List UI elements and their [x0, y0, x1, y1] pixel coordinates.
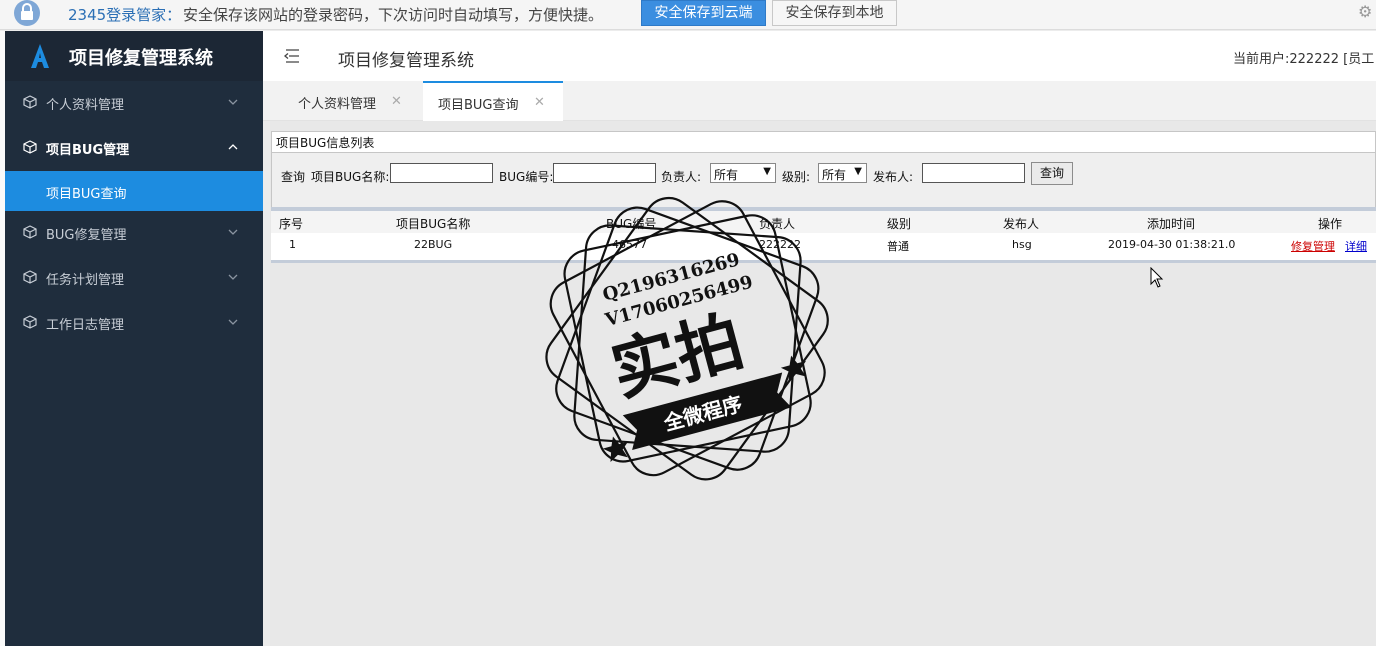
sidebar-subitem-bug-query[interactable]: 项目BUG查询 — [5, 171, 263, 211]
chevron-down-icon — [228, 319, 238, 325]
cube-icon — [23, 95, 37, 109]
logo-area: 项目修复管理系统 — [5, 31, 263, 81]
current-user-label: 当前用户:222222 [员工 — [1233, 52, 1375, 67]
gear-icon[interactable]: ⚙ — [1358, 2, 1376, 21]
top-bar: 项目修复管理系统 当前用户:222222 [员工 — [263, 31, 1376, 81]
column-header: 序号 — [279, 217, 304, 231]
tab-label: 项目BUG查询 — [438, 98, 519, 113]
cube-icon — [23, 270, 37, 284]
row-publisher: hsg — [1012, 238, 1032, 251]
sidebar-item-label: 项目BUG管理 — [46, 143, 130, 158]
row-index: 1 — [289, 238, 296, 251]
level-select[interactable]: 所有 ▼ — [818, 163, 867, 183]
save-to-local-button[interactable]: 安全保存到本地 — [772, 0, 897, 26]
sidebar-item-label: 个人资料管理 — [46, 98, 125, 113]
close-icon[interactable]: ✕ — [391, 94, 402, 109]
tab-bar: 个人资料管理 ✕ 项目BUG查询 ✕ — [263, 81, 1376, 121]
owner-select[interactable]: 所有 ▼ — [710, 163, 776, 183]
dropdown-arrow-icon: ▼ — [763, 166, 771, 177]
logo-icon — [31, 44, 49, 68]
star-icon — [602, 436, 628, 463]
mouse-cursor-icon — [1150, 267, 1164, 288]
owner-select-value: 所有 — [714, 168, 739, 182]
sidebar-item-label: BUG修复管理 — [46, 228, 127, 243]
column-header: 操作 — [1318, 217, 1343, 231]
sidebar: 项目修复管理系统 个人资料管理 项目BUG管理 项目BUG查询 BUG修复管理 … — [5, 31, 263, 646]
repair-management-link[interactable]: 修复管理 — [1291, 238, 1335, 254]
sidebar-item-work-log[interactable]: 工作日志管理 — [5, 301, 263, 345]
level-select-value: 所有 — [822, 168, 847, 182]
dropdown-arrow-icon: ▼ — [854, 166, 862, 177]
publisher-label: 发布人: — [873, 170, 914, 184]
level-label: 级别: — [782, 170, 811, 184]
bug-name-input[interactable] — [390, 163, 493, 183]
sidebar-item-bug-repair[interactable]: BUG修复管理 — [5, 211, 263, 255]
password-save-bar: 2345登录管家： 安全保存该网站的登录密码，下次访问时自动填写，方便快捷。 安… — [0, 0, 1376, 30]
page-title: 项目修复管理系统 — [338, 51, 474, 71]
column-header: 级别 — [887, 217, 912, 231]
tab-profile-management[interactable]: 个人资料管理 ✕ — [273, 81, 418, 121]
password-save-message: 安全保存该网站的登录密码，下次访问时自动填写，方便快捷。 — [183, 6, 604, 24]
tab-bug-query[interactable]: 项目BUG查询 ✕ — [423, 81, 563, 121]
close-icon[interactable]: ✕ — [534, 95, 545, 110]
owner-label: 负责人: — [661, 170, 702, 184]
menu-toggle-icon[interactable] — [283, 48, 301, 64]
lock-icon — [14, 0, 40, 26]
sidebar-item-label: 工作日志管理 — [46, 318, 125, 333]
app-logo-text: 项目修复管理系统 — [69, 48, 213, 69]
column-header: 发布人 — [1003, 217, 1040, 231]
row-level: 普通 — [887, 240, 909, 253]
detail-link[interactable]: 详细 — [1345, 238, 1367, 254]
sidebar-item-task-plan[interactable]: 任务计划管理 — [5, 256, 263, 300]
bug-name-label: 项目BUG名称: — [311, 170, 390, 184]
cube-icon — [23, 140, 37, 154]
sidebar-subitem-label: 项目BUG查询 — [46, 187, 127, 202]
row-bug-name: 22BUG — [414, 238, 453, 251]
cube-icon — [23, 225, 37, 239]
bug-code-label: BUG编号: — [499, 170, 554, 184]
sidebar-item-label: 任务计划管理 — [46, 273, 125, 288]
column-header: 添加时间 — [1147, 217, 1196, 231]
publisher-input[interactable] — [922, 163, 1025, 183]
sidebar-item-bug-management[interactable]: 项目BUG管理 — [5, 126, 263, 170]
query-button[interactable]: 查询 — [1031, 162, 1073, 185]
password-manager-brand: 2345登录管家： — [68, 6, 182, 24]
chevron-down-icon — [228, 274, 238, 280]
query-label: 查询 — [281, 170, 306, 184]
cube-icon — [23, 315, 37, 329]
row-added-time: 2019-04-30 01:38:21.0 — [1108, 238, 1236, 251]
tab-label: 个人资料管理 — [298, 97, 377, 112]
chevron-up-icon — [228, 144, 238, 150]
column-header: 项目BUG名称 — [396, 217, 471, 231]
bug-code-input[interactable] — [553, 163, 656, 183]
panel-title: 项目BUG信息列表 — [271, 131, 1376, 153]
chevron-down-icon — [228, 99, 238, 105]
watermark-stamp: Q2196316269 V17060256499 实拍 全微程序 — [545, 196, 829, 481]
sidebar-item-profile[interactable]: 个人资料管理 — [5, 81, 263, 125]
save-to-cloud-button[interactable]: 安全保存到云端 — [641, 0, 766, 26]
chevron-down-icon — [228, 229, 238, 235]
